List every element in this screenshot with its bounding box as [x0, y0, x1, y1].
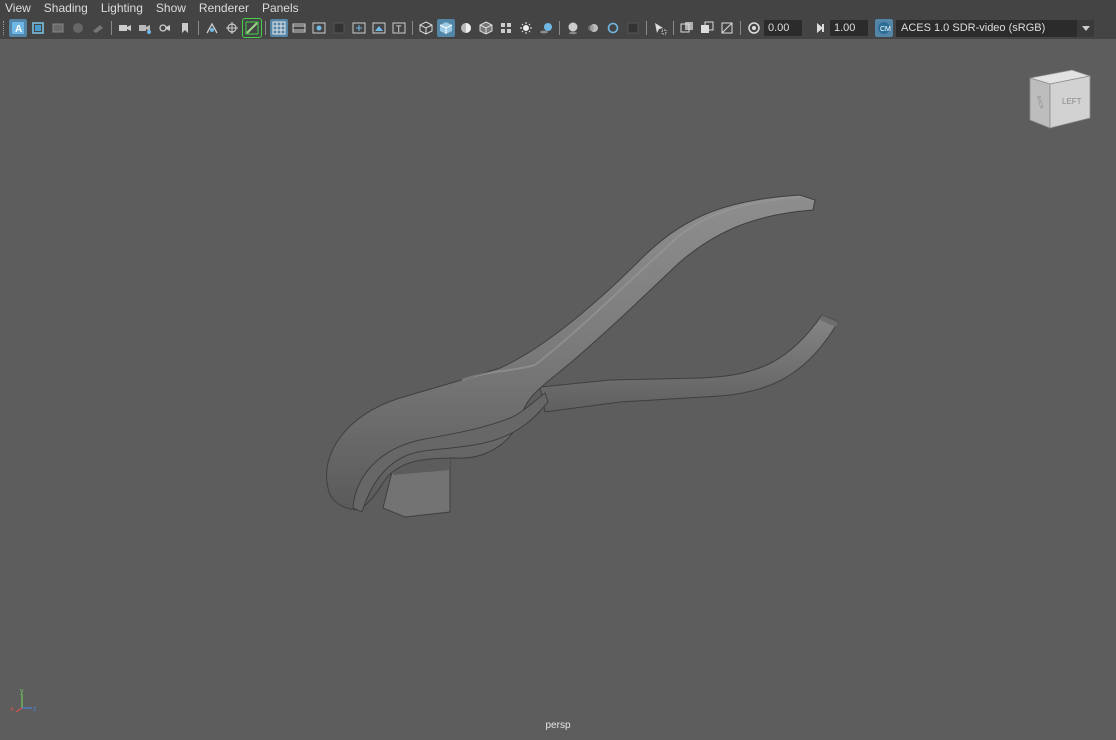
axis-indicator: y z x — [10, 688, 37, 713]
menu-lighting[interactable]: Lighting — [96, 0, 151, 17]
gamma-icon[interactable] — [811, 19, 829, 37]
bookmark-icon[interactable] — [176, 19, 194, 37]
textured-icon[interactable] — [497, 19, 515, 37]
menu-renderer[interactable]: Renderer — [194, 0, 257, 17]
bookmarks-icon[interactable] — [49, 19, 67, 37]
grid-icon[interactable] — [270, 19, 288, 37]
gamma-field[interactable] — [830, 20, 868, 36]
film-gate-toggle-icon[interactable] — [290, 19, 308, 37]
axis-y-label: y — [20, 688, 24, 695]
wireframe-icon[interactable] — [417, 19, 435, 37]
camera-attributes-icon[interactable] — [29, 19, 47, 37]
exposure-icon[interactable] — [745, 19, 763, 37]
camera-name-label: persp — [545, 720, 571, 731]
axis-x-label: x — [10, 706, 14, 713]
smooth-shade-icon[interactable] — [437, 19, 455, 37]
3d-viewport[interactable] — [0, 39, 1116, 740]
toolbar-separator — [559, 21, 560, 35]
color-management-icon[interactable]: CM — [875, 19, 893, 37]
shadows-icon[interactable] — [537, 19, 555, 37]
wireframe-on-shaded-icon[interactable] — [477, 19, 495, 37]
grease-pencil-icon[interactable] — [89, 19, 107, 37]
safe-action-icon[interactable] — [370, 19, 388, 37]
toolbar-grip[interactable] — [3, 21, 6, 35]
view-cube[interactable]: LEFT BACK — [1022, 66, 1094, 132]
svg-text:A: A — [15, 24, 22, 35]
default-material-icon[interactable] — [457, 19, 475, 37]
menu-view[interactable]: View — [0, 0, 39, 17]
image-plane-icon[interactable] — [69, 19, 87, 37]
safe-title-icon[interactable]: T — [390, 19, 408, 37]
svg-text:CM: CM — [880, 26, 891, 33]
toolbar-separator — [673, 21, 674, 35]
lights-icon[interactable] — [517, 19, 535, 37]
field-chart-icon[interactable] — [350, 19, 368, 37]
exposure-field[interactable] — [764, 20, 802, 36]
anti-aliasing-icon[interactable] — [604, 19, 622, 37]
camera-lock-icon[interactable] — [136, 19, 154, 37]
chevron-down-icon[interactable] — [1077, 19, 1094, 37]
motion-blur-icon[interactable] — [584, 19, 602, 37]
isolate-select-icon[interactable] — [651, 19, 669, 37]
color-space-dropdown[interactable]: ACES 1.0 SDR-video (sRGB) — [896, 19, 1094, 37]
toolbar-separator — [198, 21, 199, 35]
pivot-icon[interactable] — [223, 19, 241, 37]
ambient-occlusion-icon[interactable] — [564, 19, 582, 37]
uv-editor-icon[interactable] — [242, 18, 262, 38]
color-space-value: ACES 1.0 SDR-video (sRGB) — [901, 22, 1046, 34]
menu-shading[interactable]: Shading — [39, 0, 96, 17]
resolution-gate-icon[interactable] — [310, 19, 328, 37]
gate-mask-icon[interactable] — [330, 19, 348, 37]
toolbar-separator — [265, 21, 266, 35]
select-camera-icon[interactable]: A — [9, 19, 27, 37]
depth-of-field-icon[interactable] — [624, 19, 642, 37]
toolbar-separator — [111, 21, 112, 35]
axis-z-label: z — [33, 706, 37, 713]
viewcube-left-face[interactable]: LEFT — [1062, 97, 1082, 106]
panel-menu-bar: View Shading Lighting Show Renderer Pane… — [0, 0, 1116, 17]
toolbar-separator — [740, 21, 741, 35]
camera-icon[interactable] — [116, 19, 134, 37]
snap-icon[interactable] — [203, 19, 221, 37]
menu-panels[interactable]: Panels — [257, 0, 307, 17]
film-gate-icon[interactable] — [156, 19, 174, 37]
toolbar-separator — [646, 21, 647, 35]
xray-joints-icon[interactable] — [698, 19, 716, 37]
svg-text:T: T — [396, 24, 402, 34]
menu-show[interactable]: Show — [151, 0, 194, 17]
backface-culling-icon[interactable] — [718, 19, 736, 37]
xray-icon[interactable] — [678, 19, 696, 37]
panel-toolbar: A T 0.00 1.00 CM ACES 1.0 SDR-video (sRG… — [0, 17, 1116, 40]
toolbar-separator — [412, 21, 413, 35]
